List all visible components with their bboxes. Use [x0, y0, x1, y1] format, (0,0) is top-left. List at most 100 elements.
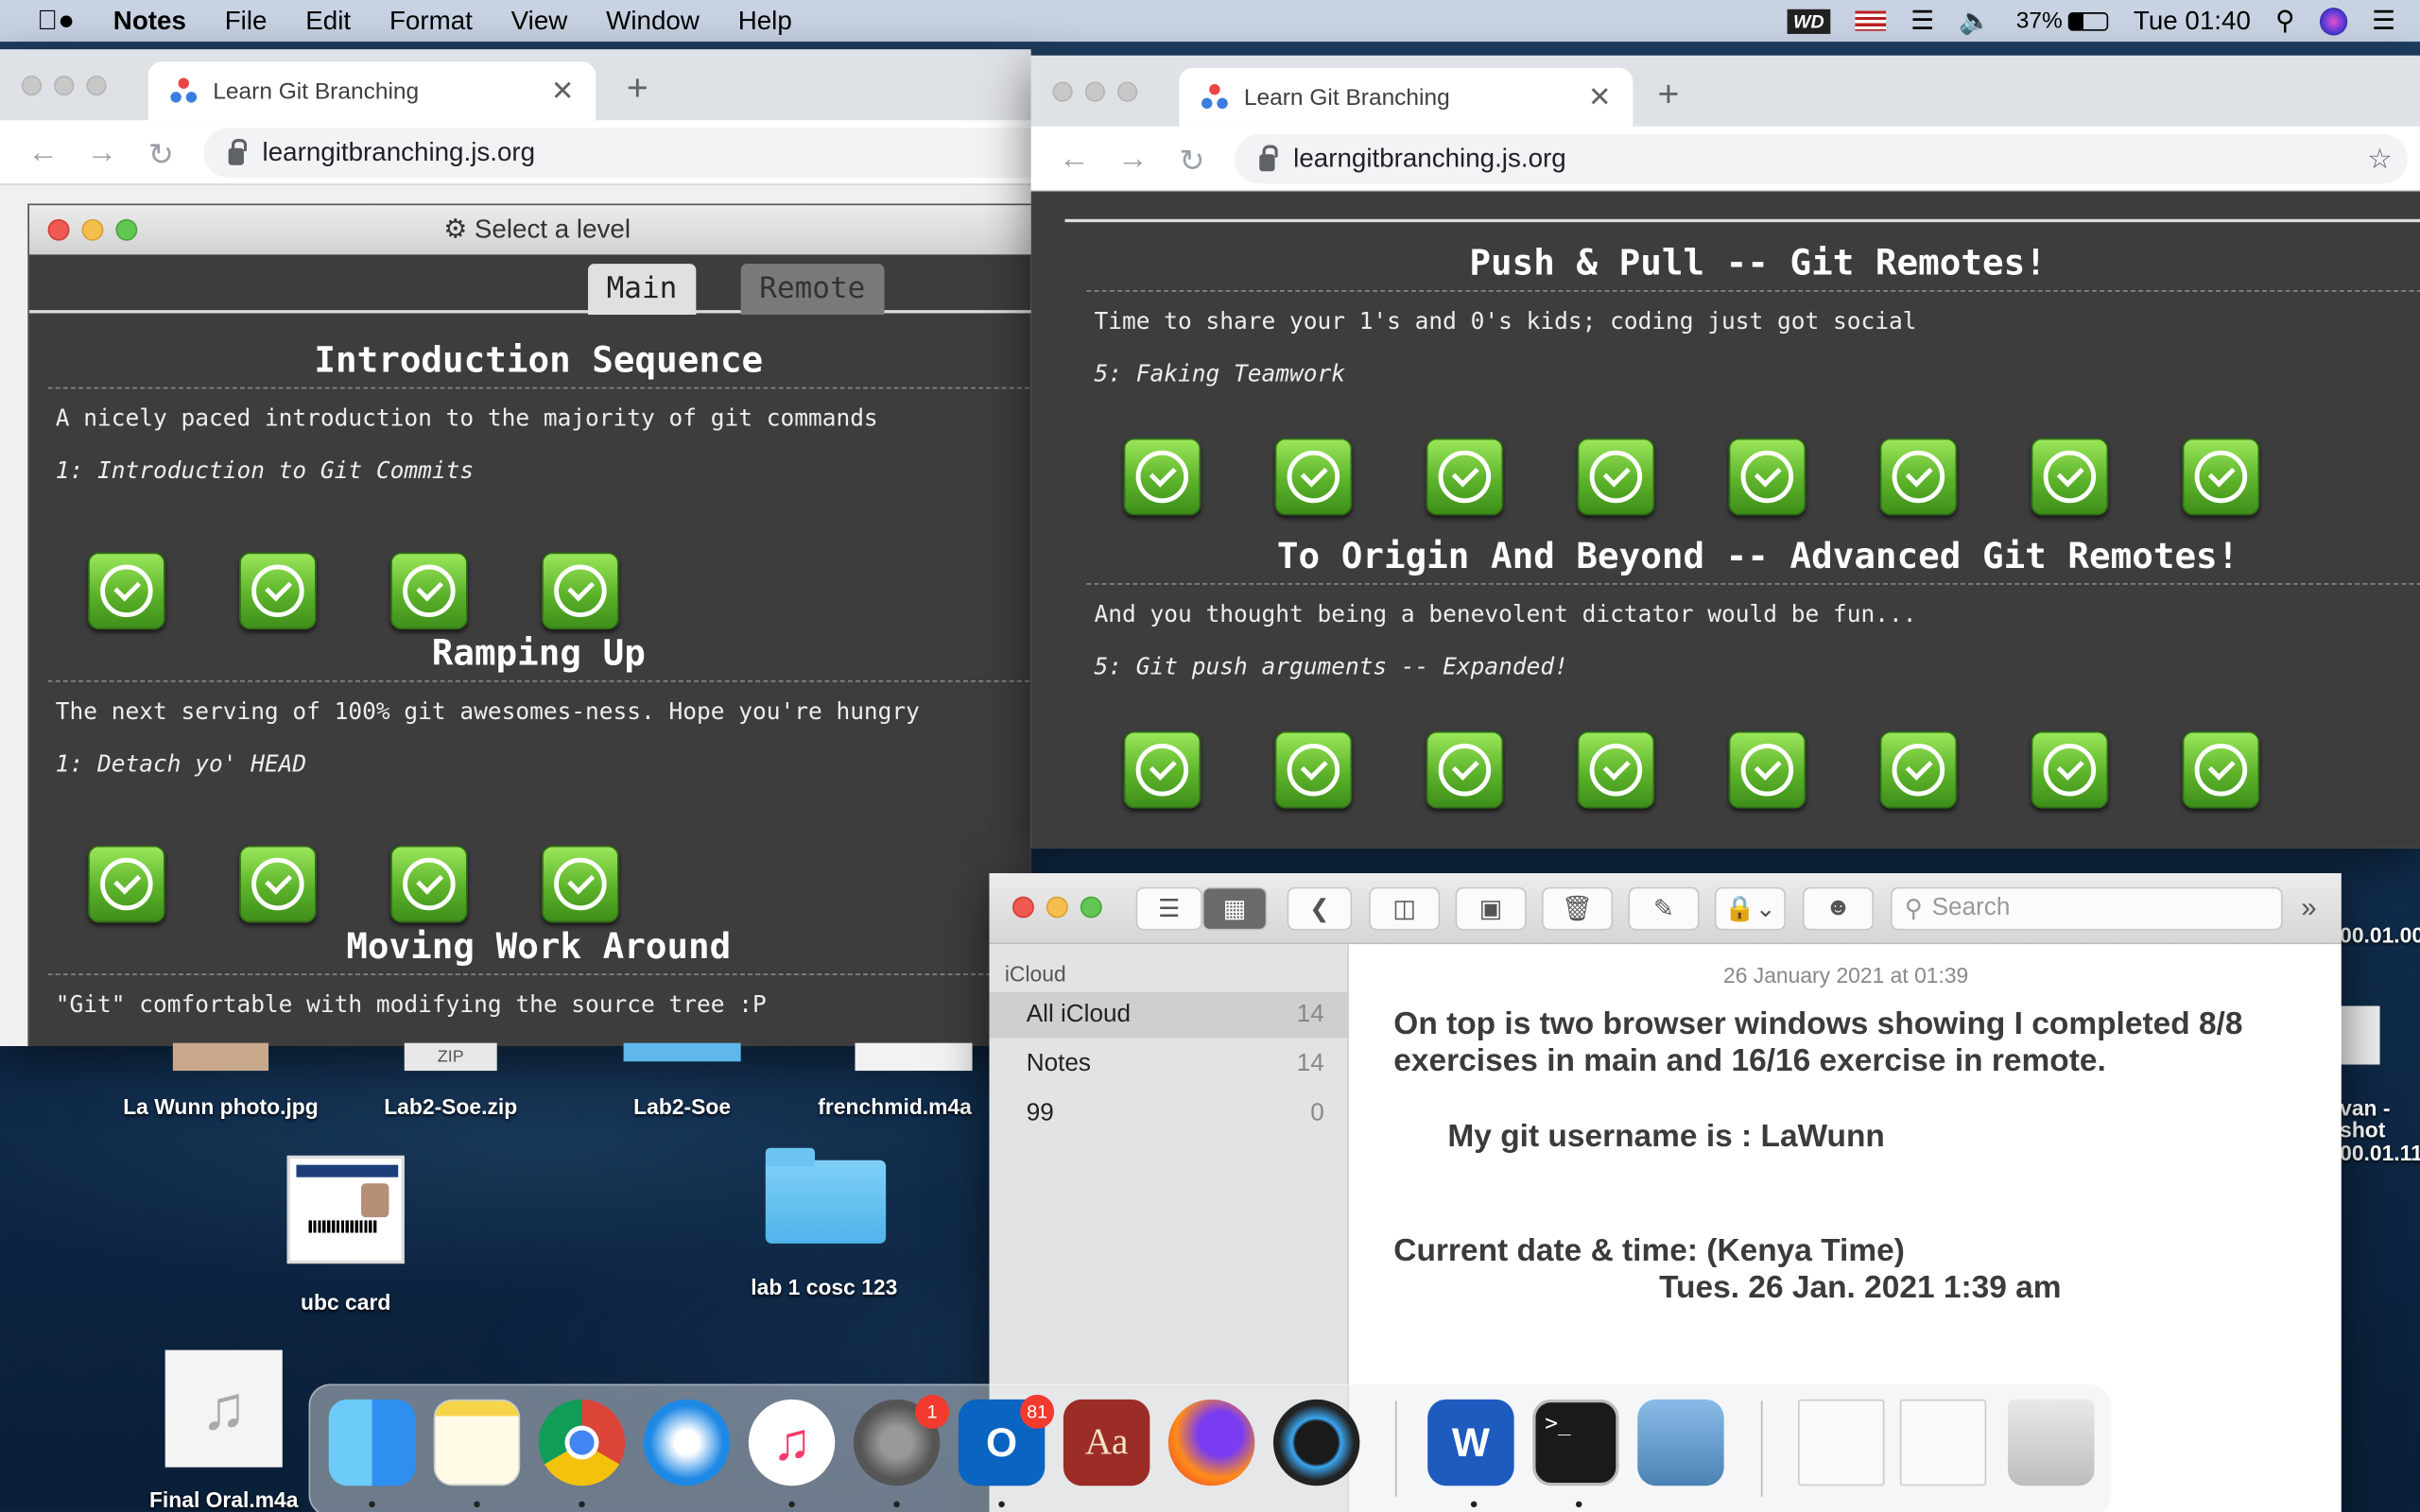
- completed-level-button[interactable]: [1879, 438, 1958, 516]
- browser-tab[interactable]: Learn Git Branching ✕: [147, 61, 596, 121]
- safari-icon[interactable]: [643, 1399, 731, 1486]
- menu-window[interactable]: Window: [589, 6, 721, 37]
- trash-icon[interactable]: [2008, 1399, 2095, 1486]
- firefox-icon[interactable]: [1167, 1399, 1255, 1486]
- sidebar-toggle-icon[interactable]: ◫: [1369, 886, 1441, 931]
- control-center-icon[interactable]: ☰: [2372, 6, 2395, 37]
- zoom-dot-icon[interactable]: [115, 218, 138, 241]
- menu-view[interactable]: View: [494, 6, 589, 37]
- completed-level-button[interactable]: [390, 552, 468, 630]
- address-bar[interactable]: learngitbranching.js.org ☆: [1235, 134, 2408, 184]
- window-controls[interactable]: [1052, 81, 1138, 102]
- menu-file[interactable]: File: [208, 6, 289, 37]
- flag-input-icon[interactable]: [1855, 10, 1886, 31]
- siri-icon[interactable]: [2319, 7, 2347, 35]
- audio-thumbnail[interactable]: [855, 1042, 973, 1072]
- folder-icon[interactable]: [765, 1160, 887, 1244]
- forward-icon[interactable]: →: [86, 136, 117, 172]
- back-icon[interactable]: ←: [27, 136, 59, 172]
- reload-icon[interactable]: ↻: [148, 136, 174, 175]
- completed-level-button[interactable]: [2182, 438, 2260, 516]
- completed-level-button[interactable]: [1274, 438, 1353, 516]
- battery-percent[interactable]: 37%: [2016, 8, 2063, 34]
- preview-icon[interactable]: [1637, 1399, 1724, 1486]
- completed-level-button[interactable]: [239, 845, 317, 923]
- completed-level-button[interactable]: [542, 552, 619, 630]
- document-icon[interactable]: [2340, 1005, 2380, 1065]
- folder-notes[interactable]: Notes 14: [990, 1041, 1349, 1088]
- attachments-icon[interactable]: ▣: [1455, 886, 1527, 931]
- desktop-icon-label[interactable]: Final Oral.m4a: [132, 1487, 315, 1512]
- completed-level-button[interactable]: [88, 845, 165, 923]
- menu-format[interactable]: Format: [372, 6, 494, 37]
- notes-app-icon[interactable]: [433, 1399, 521, 1486]
- desktop-icon-label[interactable]: Lab2-Soe: [605, 1094, 759, 1119]
- zoom-dot-icon[interactable]: [1080, 896, 1102, 919]
- photo-thumbnail[interactable]: [172, 1042, 269, 1072]
- folder-thumbnail[interactable]: [623, 1042, 741, 1062]
- trash-icon[interactable]: 🗑: [1542, 886, 1614, 931]
- completed-level-button[interactable]: [1123, 730, 1201, 809]
- apple-menu-icon[interactable]: ●: [0, 5, 96, 37]
- word-document-icon[interactable]: [1899, 1399, 1987, 1486]
- completed-level-button[interactable]: [88, 552, 165, 630]
- zip-thumbnail[interactable]: ZIP: [404, 1042, 497, 1072]
- terminal-icon[interactable]: >_: [1532, 1399, 1619, 1486]
- completed-level-button[interactable]: [1274, 730, 1353, 809]
- menu-edit[interactable]: Edit: [288, 6, 372, 37]
- lock-menu-icon[interactable]: 🔒⌄: [1714, 886, 1786, 931]
- list-view-icon[interactable]: ☰: [1135, 886, 1202, 931]
- desktop-icon-label[interactable]: ubc card: [268, 1290, 423, 1314]
- document-stack-icon[interactable]: [1798, 1399, 1885, 1486]
- desktop-icon-label[interactable]: frenchmid.m4a: [818, 1094, 988, 1119]
- menu-app-notes[interactable]: Notes: [96, 6, 208, 37]
- chrome-icon[interactable]: [538, 1399, 626, 1486]
- volume-icon[interactable]: 🔈: [1959, 6, 1992, 37]
- music-file-icon[interactable]: ♫: [164, 1349, 283, 1468]
- forward-icon[interactable]: →: [1117, 142, 1149, 178]
- completed-level-button[interactable]: [390, 845, 468, 923]
- completed-level-button[interactable]: [2031, 730, 2109, 809]
- desktop-icon-label[interactable]: lab 1 cosc 123: [732, 1275, 917, 1299]
- dictionary-icon[interactable]: Aa: [1063, 1399, 1150, 1486]
- desktop-icon-label[interactable]: Lab2-Soe.zip: [364, 1094, 537, 1119]
- new-tab-icon[interactable]: +: [627, 68, 648, 112]
- minimize-dot-icon[interactable]: [81, 218, 104, 241]
- tab-remote[interactable]: Remote: [740, 264, 884, 316]
- close-dot-icon[interactable]: [47, 218, 70, 241]
- completed-level-button[interactable]: [1728, 730, 1806, 809]
- battery-icon[interactable]: [2068, 11, 2109, 30]
- new-tab-icon[interactable]: +: [1657, 74, 1679, 117]
- address-bar[interactable]: learngitbranching.js.org: [203, 128, 1031, 178]
- completed-level-button[interactable]: [1123, 438, 1201, 516]
- gallery-view-icon[interactable]: ▦: [1201, 886, 1268, 931]
- more-chevron-icon[interactable]: »: [2301, 892, 2316, 924]
- wd-icon[interactable]: WD: [1787, 8, 1831, 34]
- desktop-icon-label[interactable]: La Wunn photo.jpg: [102, 1094, 339, 1119]
- window-controls[interactable]: [21, 76, 107, 96]
- completed-level-button[interactable]: [1577, 730, 1655, 809]
- clock[interactable]: Tue 01:40: [2134, 6, 2251, 37]
- close-tab-icon[interactable]: ✕: [551, 76, 575, 108]
- menu-help[interactable]: Help: [721, 6, 814, 37]
- id-card-icon[interactable]: [286, 1155, 405, 1264]
- tab-main[interactable]: Main: [588, 264, 696, 316]
- completed-level-button[interactable]: [2031, 438, 2109, 516]
- music-icon[interactable]: ♫: [748, 1399, 836, 1486]
- completed-level-button[interactable]: [1426, 730, 1504, 809]
- completed-level-button[interactable]: [542, 845, 619, 923]
- completed-level-button[interactable]: [2182, 730, 2260, 809]
- close-dot-icon[interactable]: [1012, 896, 1034, 919]
- browser-tab[interactable]: Learn Git Branching ✕: [1179, 67, 1634, 127]
- close-tab-icon[interactable]: ✕: [1588, 82, 1612, 114]
- quicktime-icon[interactable]: [1272, 1399, 1360, 1486]
- completed-level-button[interactable]: [1577, 438, 1655, 516]
- compose-icon[interactable]: ✎: [1628, 886, 1700, 931]
- share-icon[interactable]: ☻: [1802, 886, 1875, 931]
- finder-icon[interactable]: [328, 1399, 416, 1486]
- back-icon[interactable]: ←: [1059, 142, 1090, 178]
- bookmark-star-icon[interactable]: ☆: [2367, 143, 2392, 175]
- spotlight-icon[interactable]: ⚲: [2275, 6, 2294, 37]
- search-input[interactable]: ⚲ Search: [1891, 886, 2283, 931]
- word-icon[interactable]: W: [1427, 1399, 1514, 1486]
